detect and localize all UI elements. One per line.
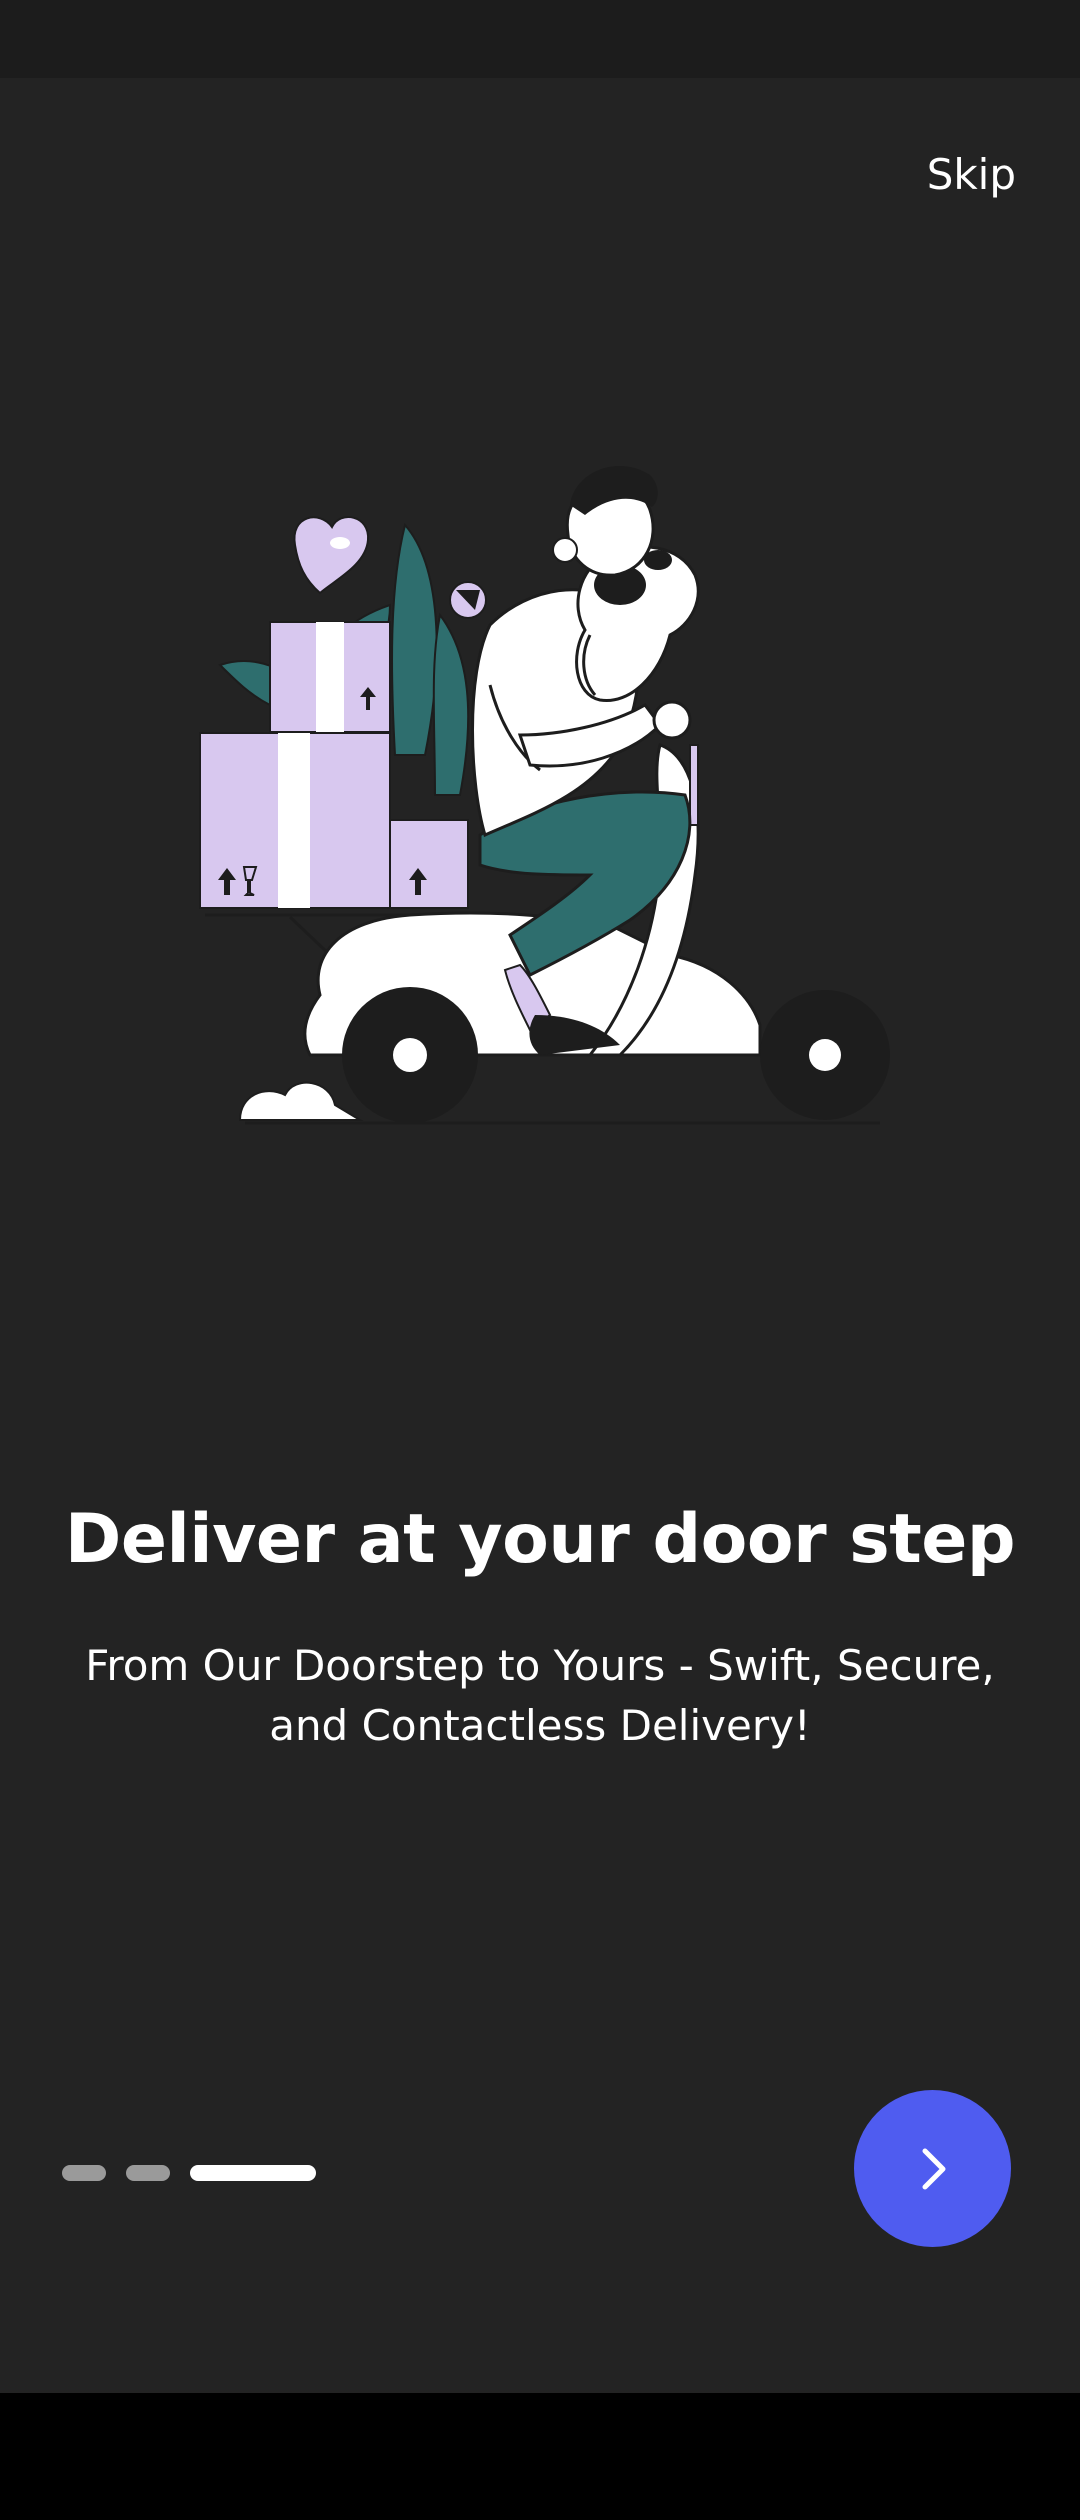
page-indicator-dot-active[interactable] — [190, 2165, 316, 2181]
onboarding-title: Deliver at your door step — [64, 1500, 1016, 1579]
chevron-right-icon — [922, 2148, 945, 2189]
next-button[interactable] — [854, 2090, 1011, 2247]
onboarding-subtitle: From Our Doorstep to Yours - Swift, Secu… — [85, 1641, 995, 1750]
skip-button[interactable]: Skip — [927, 150, 1016, 199]
onboarding-screen — [0, 78, 1080, 2393]
system-navigation-bar — [0, 2393, 1080, 2520]
page-indicator-dot[interactable] — [126, 2165, 170, 2181]
page-indicator — [62, 2165, 316, 2181]
status-bar — [0, 0, 1080, 78]
page-indicator-dot[interactable] — [62, 2165, 106, 2181]
delivery-illustration — [199, 466, 890, 1125]
